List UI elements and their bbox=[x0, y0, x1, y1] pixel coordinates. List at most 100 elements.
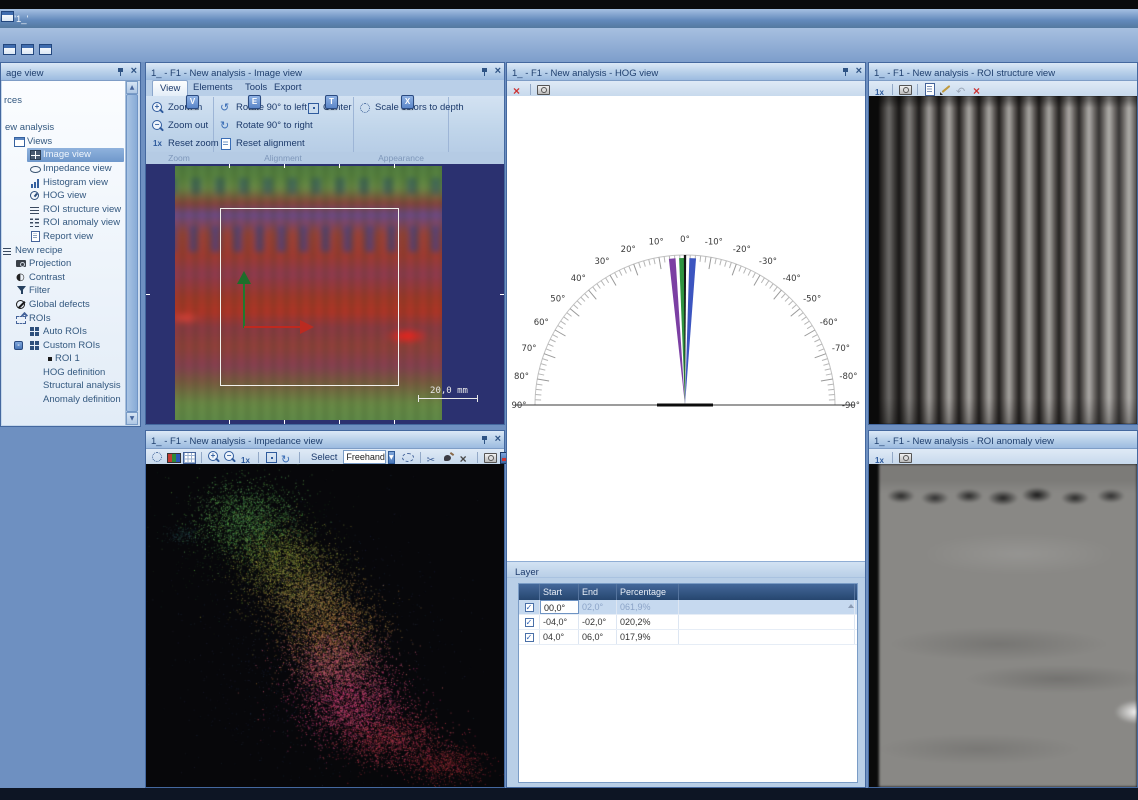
pin-icon[interactable] bbox=[116, 67, 125, 77]
rotate-left-button[interactable]: Rotate 90° to left bbox=[219, 99, 307, 116]
reset-alignment-button[interactable]: Reset alignment bbox=[219, 135, 305, 152]
separator bbox=[477, 452, 478, 463]
cut-icon[interactable] bbox=[426, 450, 440, 464]
pin-icon[interactable] bbox=[480, 435, 489, 445]
tree-item-label: Image view bbox=[43, 149, 91, 161]
tab-export[interactable]: Export bbox=[267, 80, 308, 96]
close-icon[interactable]: × bbox=[495, 66, 501, 77]
scroll-up-button[interactable]: ▲ bbox=[126, 81, 138, 94]
tree-item-filter[interactable]: Filter bbox=[2, 284, 126, 298]
delete-red-x-icon[interactable] bbox=[971, 82, 985, 96]
layer-row[interactable]: ✓ -04,0°-02,0°020,2% bbox=[519, 615, 857, 630]
tree-item-projection[interactable]: Projection bbox=[2, 257, 126, 271]
pin-icon[interactable] bbox=[841, 67, 850, 77]
one-x-icon[interactable] bbox=[873, 82, 887, 96]
cell-end[interactable]: 02,0° bbox=[579, 600, 617, 614]
tree-scrollbar[interactable]: ▲ ▼ bbox=[125, 81, 139, 425]
tree-item-roi-structure-view[interactable]: ROI structure view bbox=[2, 203, 126, 217]
tab-elements[interactable]: Elements bbox=[186, 80, 240, 96]
tree-item-image-view[interactable]: Image view bbox=[2, 148, 126, 162]
layer-checkbox[interactable]: ✓ bbox=[525, 618, 534, 627]
scroll-thumb[interactable] bbox=[126, 94, 138, 412]
tree-item-report-view[interactable]: Report view bbox=[2, 230, 126, 244]
hog-chart-area[interactable]: 90°80°70°60°50°40°30°20°10°0°-10°-20°-30… bbox=[507, 96, 865, 561]
tree-item-hog-definition[interactable]: HOG definition bbox=[2, 366, 126, 380]
one-x-icon[interactable] bbox=[873, 450, 887, 464]
cell-start[interactable]: -04,0° bbox=[540, 615, 579, 629]
palette-icon[interactable] bbox=[166, 450, 180, 464]
cell-end[interactable]: -02,0° bbox=[579, 615, 617, 629]
delete-red-x-icon[interactable] bbox=[511, 82, 525, 96]
cell-start[interactable]: 00,0° bbox=[540, 600, 579, 614]
scan-image[interactable] bbox=[175, 166, 442, 420]
close-icon[interactable]: × bbox=[495, 434, 501, 445]
cell-percentage[interactable]: 061,9% bbox=[617, 600, 679, 614]
roi-structure-image[interactable] bbox=[869, 96, 1137, 424]
grid-icon[interactable] bbox=[182, 450, 196, 464]
image-canvas-area[interactable]: 20,0 mm bbox=[146, 164, 504, 424]
roi-anomaly-image[interactable] bbox=[869, 464, 1137, 787]
one-x-icon[interactable] bbox=[239, 450, 253, 464]
tree-item-contrast[interactable]: Contrast bbox=[2, 271, 126, 285]
scroll-down-button[interactable]: ▼ bbox=[126, 412, 138, 425]
brush-icon[interactable] bbox=[442, 450, 456, 464]
camera-icon[interactable] bbox=[483, 450, 497, 464]
cell-percentage[interactable]: 020,2% bbox=[617, 615, 679, 629]
tree-item-structural-analysis[interactable]: Structural analysis bbox=[2, 379, 126, 393]
zoom-out-button[interactable]: Zoom out bbox=[151, 117, 208, 134]
tree-item-new-recipe[interactable]: New recipe bbox=[2, 244, 126, 258]
close-icon[interactable]: × bbox=[131, 66, 137, 77]
pin-icon[interactable] bbox=[480, 67, 489, 77]
impedance-scatter[interactable] bbox=[146, 464, 504, 787]
tree-item-anomaly-definition[interactable]: Anomaly definition bbox=[2, 393, 126, 407]
tree-item-global-defects[interactable]: Global defects bbox=[2, 298, 126, 312]
ruler-tick bbox=[229, 164, 230, 168]
layer-table[interactable]: StartEndPercentage✓00,0°02,0°061,9%✓-04,… bbox=[518, 583, 858, 783]
table-scroll-up-icon[interactable] bbox=[848, 604, 854, 608]
camera-icon[interactable] bbox=[536, 82, 550, 96]
layer-checkbox[interactable]: ✓ bbox=[525, 603, 534, 612]
appearance-icon[interactable] bbox=[150, 450, 164, 464]
cell-percentage[interactable]: 017,9% bbox=[617, 630, 679, 644]
roi-anomaly-title: 1_ - F1 - New analysis - ROI anomaly vie… bbox=[869, 433, 1054, 449]
cell-start[interactable]: 04,0° bbox=[540, 630, 579, 644]
undo-icon[interactable] bbox=[955, 82, 969, 96]
tree-item-views[interactable]: Views bbox=[2, 135, 126, 149]
collapse-icon[interactable]: - bbox=[14, 341, 23, 350]
layer-row[interactable]: ✓ 04,0°06,0°017,9% bbox=[519, 630, 857, 645]
layer-row[interactable]: ✓ 00,0°02,0°061,9% bbox=[519, 600, 857, 615]
camera-icon[interactable] bbox=[898, 82, 912, 96]
layer-checkbox[interactable]: ✓ bbox=[525, 633, 534, 642]
tree-item-histogram-view[interactable]: Histogram view bbox=[2, 176, 126, 190]
close-icon[interactable]: × bbox=[856, 66, 862, 77]
tree-item-impedance-view[interactable]: Impedance view bbox=[2, 162, 126, 176]
tree-item-rois[interactable]: ROIs bbox=[2, 312, 126, 326]
tree-item-auto-rois[interactable]: Auto ROIs bbox=[2, 325, 126, 339]
cascade-windows-icon[interactable] bbox=[20, 42, 34, 56]
cell-end[interactable]: 06,0° bbox=[579, 630, 617, 644]
roi-selection-rect[interactable] bbox=[220, 208, 399, 386]
tab-view[interactable]: View bbox=[152, 80, 188, 96]
zoom-out-icon bbox=[151, 119, 165, 133]
pen-icon[interactable] bbox=[939, 82, 953, 96]
tree-item-roi-anomaly-view[interactable]: ROI anomaly view bbox=[2, 216, 126, 230]
tree-item-hog-view[interactable]: HOG view bbox=[2, 189, 126, 203]
zoom-in-icon[interactable] bbox=[207, 450, 221, 464]
window-layout-icon[interactable] bbox=[2, 42, 16, 56]
report-icon[interactable] bbox=[923, 82, 937, 96]
center-icon[interactable] bbox=[264, 450, 278, 464]
camera-icon[interactable] bbox=[898, 450, 912, 464]
rotate-right-button[interactable]: Rotate 90° to right bbox=[219, 117, 313, 134]
tree-item-rces[interactable]: rces bbox=[2, 94, 126, 108]
tree-item-custom-rois[interactable]: -Custom ROIs bbox=[2, 339, 126, 353]
reset-zoom-button[interactable]: Reset zoom bbox=[151, 135, 219, 152]
lasso-icon[interactable] bbox=[401, 450, 415, 464]
dropdown-arrow-button[interactable]: ▼ bbox=[388, 451, 395, 464]
selection-tool-dropdown[interactable]: Freehand bbox=[343, 450, 386, 464]
tree-item-ew-analysis[interactable]: ew analysis bbox=[2, 121, 126, 135]
tree-item-roi-1[interactable]: ROI 1 bbox=[2, 352, 126, 366]
rotate-icon[interactable] bbox=[280, 450, 294, 464]
save-layout-icon[interactable] bbox=[38, 42, 52, 56]
delete-icon[interactable] bbox=[458, 450, 472, 464]
zoom-out-icon[interactable] bbox=[223, 450, 237, 464]
